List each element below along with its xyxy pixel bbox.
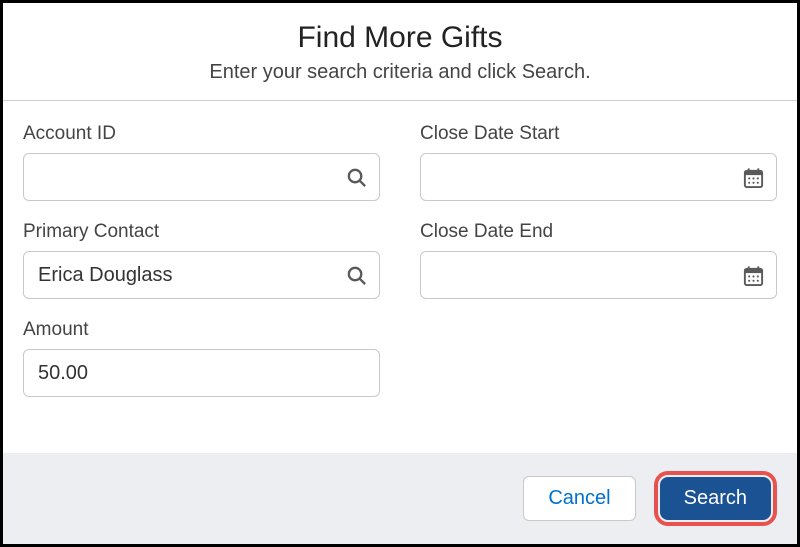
cancel-button[interactable]: Cancel	[523, 476, 635, 521]
account-id-field: Account ID	[23, 123, 380, 201]
calendar-icon[interactable]	[730, 154, 776, 200]
close-date-start-label: Close Date Start	[420, 123, 777, 145]
amount-label: Amount	[23, 319, 380, 341]
close-date-end-field: Close Date End	[420, 221, 777, 299]
amount-input[interactable]	[24, 350, 379, 396]
search-form: Account ID Close Date Start	[3, 101, 797, 453]
amount-field: Amount	[23, 319, 380, 397]
primary-contact-input[interactable]	[24, 252, 333, 298]
dialog-footer: Cancel Search	[3, 453, 797, 544]
dialog-header: Find More Gifts Enter your search criter…	[3, 3, 797, 100]
search-icon[interactable]	[333, 252, 379, 298]
account-id-input-wrap	[23, 153, 380, 201]
account-id-label: Account ID	[23, 123, 380, 145]
close-date-end-input[interactable]	[421, 252, 730, 298]
primary-contact-label: Primary Contact	[23, 221, 380, 243]
dialog-subtitle: Enter your search criteria and click Sea…	[23, 61, 777, 84]
close-date-start-input[interactable]	[421, 154, 730, 200]
search-button[interactable]: Search	[660, 477, 771, 520]
amount-input-wrap	[23, 349, 380, 397]
search-icon[interactable]	[333, 154, 379, 200]
calendar-icon[interactable]	[730, 252, 776, 298]
dialog-title: Find More Gifts	[23, 21, 777, 55]
primary-contact-input-wrap	[23, 251, 380, 299]
close-date-end-input-wrap	[420, 251, 777, 299]
close-date-start-input-wrap	[420, 153, 777, 201]
close-date-end-label: Close Date End	[420, 221, 777, 243]
account-id-input[interactable]	[24, 154, 333, 200]
search-button-highlight: Search	[654, 471, 777, 526]
primary-contact-field: Primary Contact	[23, 221, 380, 299]
close-date-start-field: Close Date Start	[420, 123, 777, 201]
